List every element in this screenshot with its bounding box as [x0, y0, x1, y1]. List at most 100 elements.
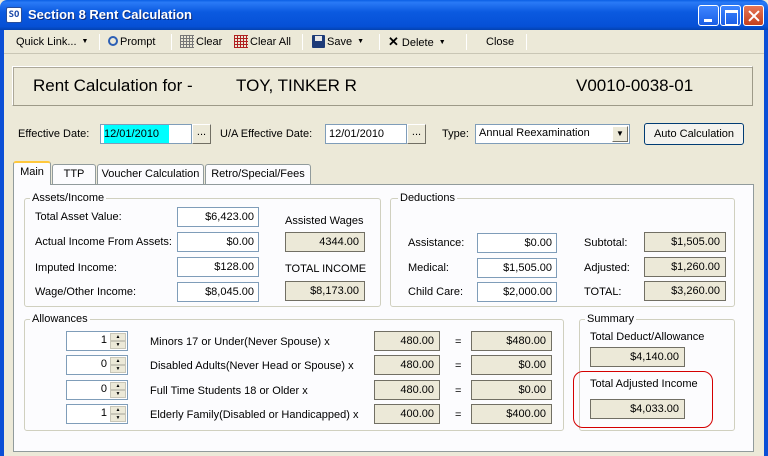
- allowance-rate: 400.00: [374, 404, 440, 424]
- allowance-rate: 480.00: [374, 380, 440, 400]
- magnifier-icon: [108, 36, 118, 47]
- equals-sign: =: [455, 360, 462, 372]
- child-care-label: Child Care:: [408, 286, 464, 298]
- delete-x-icon: ✕: [388, 34, 399, 49]
- maximize-button[interactable]: [720, 5, 741, 26]
- voucher-id: V0010-0038-01: [576, 76, 694, 95]
- clear-all-button[interactable]: Clear All: [234, 34, 291, 50]
- prompt-label: Prompt: [120, 36, 156, 48]
- window-border-left: [0, 30, 4, 456]
- allowance-label: Minors 17 or Under(Never Spouse) x: [150, 336, 330, 348]
- minors-count-stepper[interactable]: 1 ▲ ▼: [66, 331, 128, 351]
- actual-income-label: Actual Income From Assets:: [35, 236, 172, 248]
- save-button[interactable]: Save ▼: [312, 34, 364, 50]
- chevron-down-icon: ▼: [357, 38, 365, 46]
- elderly-count-stepper[interactable]: 1 ▲ ▼: [66, 404, 128, 424]
- deductions-total-label: TOTAL:: [584, 286, 622, 298]
- chevron-down-icon: ▼: [438, 39, 446, 47]
- tab-retro-special-fees[interactable]: Retro/Special/Fees: [205, 164, 311, 184]
- clear-label: Clear: [196, 36, 223, 48]
- tab-ttp[interactable]: TTP: [52, 164, 96, 184]
- stepper-buttons: ▲ ▼: [110, 333, 126, 349]
- chevron-down-icon[interactable]: ▼: [612, 126, 628, 142]
- spin-down-icon[interactable]: ▼: [110, 341, 126, 349]
- allowance-amount: $0.00: [471, 380, 552, 400]
- spin-down-icon[interactable]: ▼: [110, 365, 126, 373]
- type-select[interactable]: Annual Reexamination ▼: [475, 124, 630, 144]
- close-window-button[interactable]: [743, 5, 764, 26]
- total-income-value: $8,173.00: [285, 281, 365, 301]
- toolbar-separator: [379, 34, 380, 50]
- toolbar-separator: [466, 34, 467, 50]
- adjusted-label: Adjusted:: [584, 262, 630, 274]
- title-bar: SO Section 8 Rent Calculation: [0, 0, 768, 30]
- chevron-down-icon: ▼: [81, 38, 89, 46]
- type-select-value: Annual Reexamination: [479, 127, 590, 139]
- stepper-value: 0: [100, 358, 107, 370]
- quick-link-label: Quick Link...: [16, 36, 77, 48]
- allowance-amount: $400.00: [471, 404, 552, 424]
- effective-date-field[interactable]: 12/01/2010: [100, 124, 192, 144]
- total-asset-label: Total Asset Value:: [35, 211, 122, 223]
- total-income-label: TOTAL INCOME: [285, 263, 367, 275]
- window-border-right: [764, 30, 768, 456]
- wage-income-label: Wage/Other Income:: [35, 286, 137, 298]
- stepper-buttons: ▲ ▼: [110, 382, 126, 398]
- delete-button[interactable]: ✕ Delete ▼: [388, 34, 446, 50]
- ua-effective-date-label: U/A Effective Date:: [220, 128, 313, 140]
- spin-up-icon[interactable]: ▲: [110, 382, 126, 390]
- actual-income-field[interactable]: $0.00: [177, 232, 259, 252]
- effective-date-picker-button[interactable]: ...: [192, 124, 211, 144]
- medical-field[interactable]: $1,505.00: [477, 258, 557, 278]
- window-title: Section 8 Rent Calculation: [28, 7, 192, 22]
- spin-down-icon[interactable]: ▼: [110, 414, 126, 422]
- minimize-button[interactable]: [698, 5, 719, 26]
- total-deduct-allowance-value: $4,140.00: [590, 347, 685, 367]
- close-label: Close: [486, 36, 515, 48]
- stepper-buttons: ▲ ▼: [110, 357, 126, 373]
- app-icon: SO: [6, 7, 22, 23]
- equals-sign: =: [455, 336, 462, 348]
- ua-effective-date-field[interactable]: 12/01/2010: [325, 124, 407, 144]
- assets-income-title: Assets/Income: [30, 192, 107, 204]
- total-deduct-allowance-label: Total Deduct/Allowance: [590, 331, 705, 343]
- medical-label: Medical:: [408, 262, 449, 274]
- allowances-title: Allowances: [30, 313, 90, 325]
- clear-all-grid-icon: [234, 34, 248, 48]
- rent-calc-header: Rent Calculation for - TOY, TINKER R V00…: [12, 66, 753, 106]
- allowance-amount: $0.00: [471, 355, 552, 375]
- tenant-name: TOY, TINKER R: [236, 76, 357, 95]
- prompt-button[interactable]: Prompt: [108, 34, 155, 50]
- floppy-disk-icon: [312, 34, 325, 48]
- effective-date-value: 12/01/2010: [104, 125, 170, 143]
- spin-up-icon[interactable]: ▲: [110, 406, 126, 414]
- students-count-stepper[interactable]: 0 ▲ ▼: [66, 380, 128, 400]
- total-asset-field[interactable]: $6,423.00: [177, 207, 259, 227]
- spin-down-icon[interactable]: ▼: [110, 390, 126, 398]
- equals-sign: =: [455, 385, 462, 397]
- spin-up-icon[interactable]: ▲: [110, 357, 126, 365]
- child-care-field[interactable]: $2,000.00: [477, 282, 557, 302]
- stepper-value: 0: [100, 383, 107, 395]
- quick-link-button[interactable]: Quick Link... ▼: [16, 34, 88, 50]
- tab-main[interactable]: Main: [13, 161, 51, 185]
- auto-calculation-button[interactable]: Auto Calculation: [644, 123, 744, 145]
- imputed-income-field[interactable]: $128.00: [177, 257, 259, 277]
- close-button[interactable]: Close: [486, 34, 514, 50]
- allowance-rate: 480.00: [374, 331, 440, 351]
- toolbar: Quick Link... ▼ Prompt Clear Clear All Sa…: [4, 30, 764, 54]
- spin-up-icon[interactable]: ▲: [110, 333, 126, 341]
- allowance-label: Full Time Students 18 or Older x: [150, 385, 308, 397]
- ua-date-picker-button[interactable]: ...: [407, 124, 426, 144]
- tab-voucher-calculation[interactable]: Voucher Calculation: [97, 164, 204, 184]
- effective-date-label: Effective Date:: [18, 128, 90, 140]
- adjusted-value: $1,260.00: [644, 257, 726, 277]
- assistance-field[interactable]: $0.00: [477, 233, 557, 253]
- disabled-adults-count-stepper[interactable]: 0 ▲ ▼: [66, 355, 128, 375]
- clear-button[interactable]: Clear: [180, 34, 222, 50]
- clear-all-label: Clear All: [250, 36, 291, 48]
- allowance-amount: $480.00: [471, 331, 552, 351]
- toolbar-separator: [171, 34, 172, 50]
- wage-income-field[interactable]: $8,045.00: [177, 282, 259, 302]
- type-label: Type:: [442, 128, 469, 140]
